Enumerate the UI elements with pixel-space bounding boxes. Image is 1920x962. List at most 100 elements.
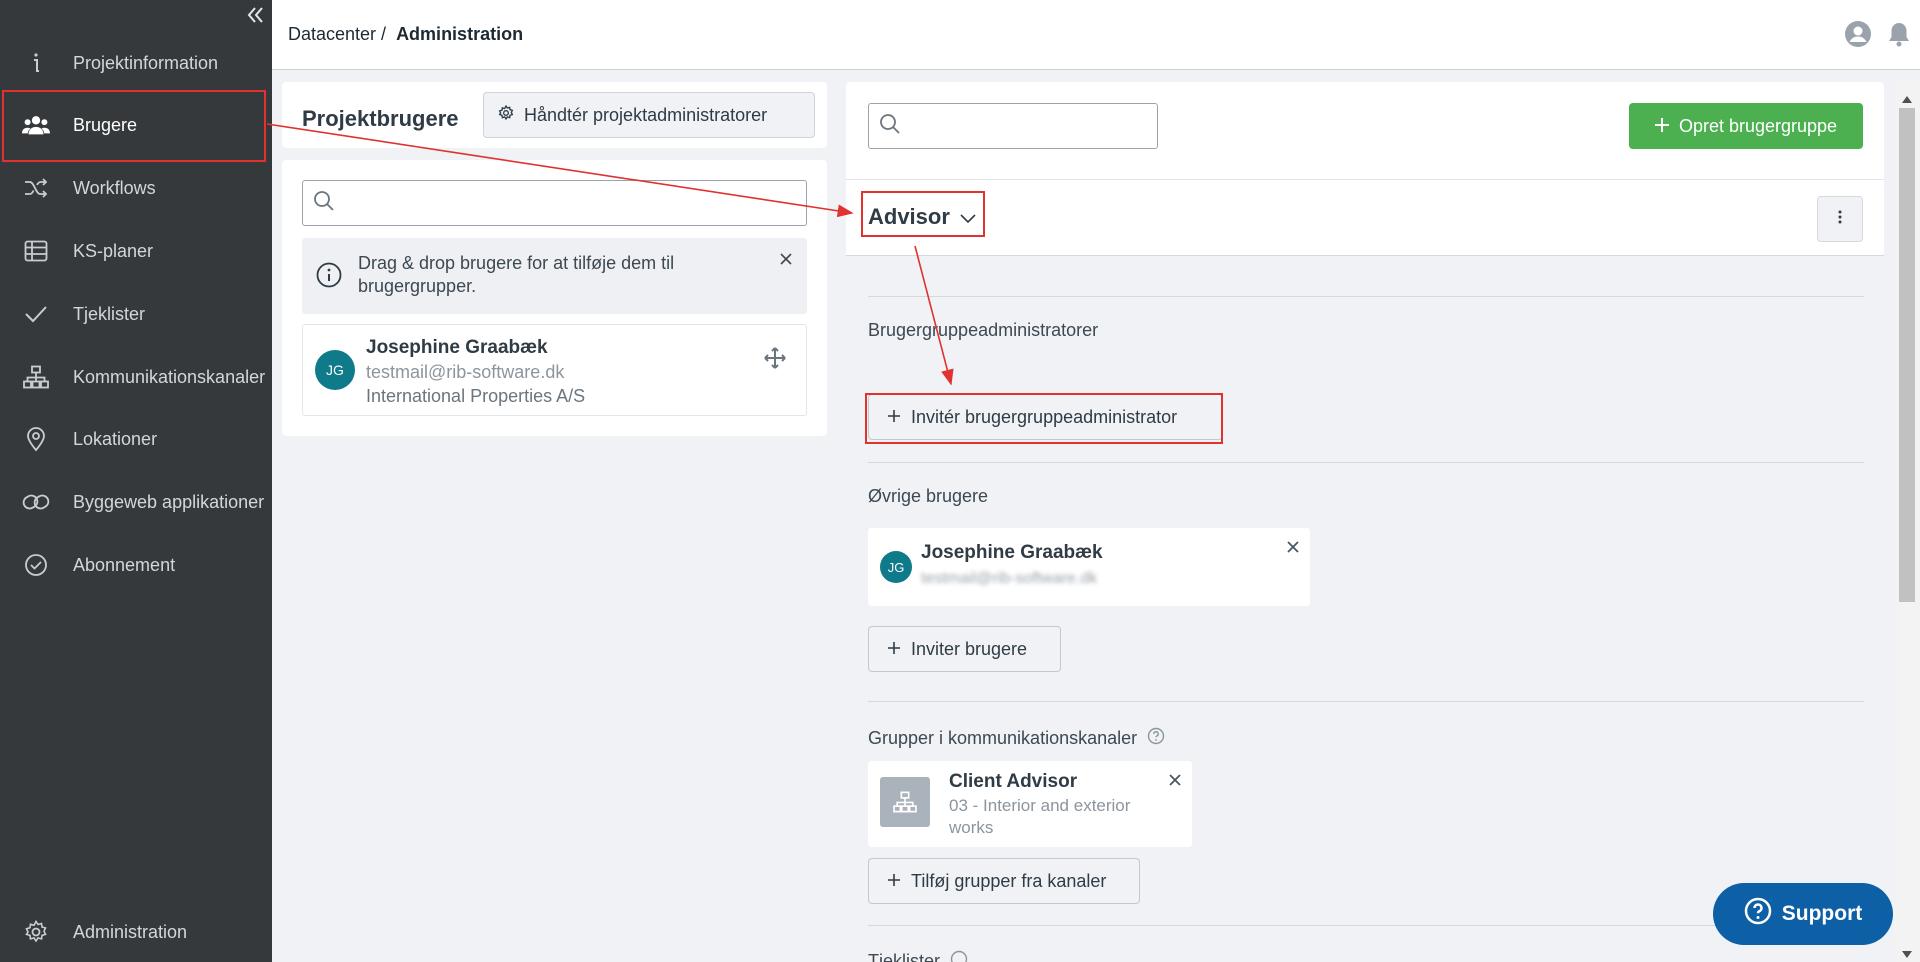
search-icon (879, 113, 901, 140)
annotation-highlight-brugere (2, 90, 266, 162)
channel-group-channel-line-1: 03 - Interior and exterior (949, 796, 1131, 815)
shuffle-icon (22, 174, 50, 202)
manage-project-admins-label: Håndtér projektadministratorer (524, 104, 768, 125)
user-group-header: Advisor (846, 180, 1884, 256)
drag-drop-info-box: Drag & drop brugere for at tilføje dem t… (302, 238, 807, 314)
invite-users-label: Inviter brugere (911, 638, 1028, 659)
support-button[interactable]: Support (1713, 883, 1893, 945)
check-circle-icon (22, 551, 50, 579)
manage-project-admins-button[interactable]: Håndtér projektadministratorer (483, 92, 815, 138)
collapse-sidebar-icon[interactable] (244, 4, 266, 26)
group-options-button[interactable] (1817, 196, 1863, 242)
divider (868, 701, 1864, 702)
sidebar-item-abonnement[interactable]: Abonnement (0, 534, 272, 596)
user-company: International Properties A/S (366, 386, 586, 406)
other-users-label: Øvrige brugere (868, 486, 989, 506)
checkmark-icon (22, 300, 50, 328)
user-name: Josephine Graabæk (366, 337, 548, 358)
checklists-heading: Tjeklister (868, 950, 968, 962)
group-member-card[interactable]: JG Josephine Graabæk testmail@rib-softwa… (868, 528, 1310, 606)
member-name: Josephine Graabæk (921, 542, 1103, 563)
plus-icon (1654, 116, 1669, 137)
sidebar-item-label: KS-planer (73, 240, 154, 261)
table-icon (22, 237, 50, 265)
create-user-group-button[interactable]: Opret brugergruppe (1629, 103, 1863, 149)
sidebar-item-label: Lokationer (73, 428, 158, 449)
help-circle-icon (1744, 897, 1772, 931)
notification-bell-icon[interactable] (1886, 20, 1912, 53)
support-label: Support (1781, 902, 1863, 925)
avatar: JG (880, 551, 912, 583)
plus-icon (887, 871, 901, 892)
info-icon (22, 49, 50, 77)
user-card[interactable]: JG Josephine Graabæk testmail@rib-softwa… (302, 324, 807, 416)
user-group-toolbar: Opret brugergruppe (846, 82, 1884, 180)
plus-icon (887, 639, 901, 660)
sidebar-item-kommunikationskanaler[interactable]: Kommunikationskanaler (0, 346, 272, 408)
user-group-search-input[interactable] (909, 117, 1132, 135)
user-group-search[interactable] (868, 103, 1158, 149)
sidebar-item-label: Byggeweb applikationer (73, 491, 265, 512)
project-users-search[interactable] (302, 180, 807, 226)
channel-group-card[interactable]: Client Advisor 03 - Interior and exterio… (868, 761, 1192, 847)
channel-groups-label: Grupper i kommunikationskanaler (868, 728, 1138, 748)
remove-member-icon[interactable] (1286, 540, 1300, 559)
channel-groups-heading: Grupper i kommunikationskanaler (868, 727, 1165, 750)
user-profile-icon[interactable] (1844, 20, 1872, 53)
project-users-list-panel: Drag & drop brugere for at tilføje dem t… (282, 160, 827, 436)
member-email-redacted: testmail@rib-software.dk (921, 570, 1098, 587)
sidebar-item-lokationer[interactable]: Lokationer (0, 408, 272, 470)
user-email: testmail@rib-software.dk (366, 362, 565, 382)
sidebar-item-tjeklister[interactable]: Tjeklister (0, 283, 272, 345)
user-group-content: Brugergruppeadministratorer Invitér brug… (846, 256, 1884, 962)
sidebar-item-projektinformation[interactable]: Projektinformation (0, 32, 272, 94)
project-users-header: Projektbrugere Håndtér projektadministra… (282, 82, 827, 148)
group-admins-label: Brugergruppeadministratorer (868, 320, 1099, 340)
info-circle-icon (316, 262, 342, 293)
sidebar-item-label: Administration (73, 921, 188, 942)
breadcrumb: Datacenter / Administration (288, 24, 523, 45)
project-users-search-input[interactable] (343, 194, 738, 212)
more-vertical-icon (1838, 210, 1842, 229)
gear-icon (22, 918, 50, 946)
drag-handle-icon[interactable] (764, 347, 786, 374)
help-circle-icon[interactable] (950, 950, 968, 962)
annotation-highlight-invite-admin (865, 393, 1223, 444)
scroll-up-arrow-icon[interactable] (1902, 90, 1912, 108)
sidebar-item-label: Projektinformation (73, 52, 219, 73)
breadcrumb-current: Administration (396, 24, 524, 44)
remove-channel-group-icon[interactable] (1168, 773, 1182, 792)
scrollbar-thumb[interactable] (1899, 108, 1915, 602)
gear-icon (498, 104, 514, 126)
channel-group-name: Client Advisor (949, 771, 1078, 792)
sidebar-item-label: Workflows (73, 177, 156, 198)
link-icon (22, 488, 50, 516)
close-icon[interactable] (779, 252, 793, 271)
map-pin-icon (22, 425, 50, 453)
top-icons (1844, 20, 1912, 53)
add-channel-groups-button[interactable]: Tilføj grupper fra kanaler (868, 858, 1140, 904)
sidebar-item-label: Abonnement (73, 554, 176, 575)
scroll-down-arrow-icon[interactable] (1902, 946, 1912, 962)
sidebar-item-ks-planer[interactable]: KS-planer (0, 220, 272, 282)
divider (868, 296, 1864, 297)
breadcrumb-root[interactable]: Datacenter / (288, 24, 386, 45)
divider (868, 462, 1864, 463)
vertical-scrollbar[interactable] (1894, 82, 1920, 962)
sidebar-item-label: Tjeklister (73, 303, 146, 324)
checklists-label: Tjeklister (868, 951, 941, 962)
project-users-title: Projektbrugere (302, 106, 459, 131)
avatar: JG (315, 350, 355, 390)
channel-group-channel-line-2: works (949, 818, 994, 837)
invite-users-button[interactable]: Inviter brugere (868, 626, 1061, 672)
create-user-group-label: Opret brugergruppe (1678, 115, 1838, 136)
sidebar-item-workflows[interactable]: Workflows (0, 157, 272, 219)
top-bar: Datacenter / Administration (272, 0, 1920, 70)
search-icon (313, 190, 335, 217)
sidebar-item-byggeweb-applikationer[interactable]: Byggeweb applikationer (0, 471, 272, 533)
user-group-panel: Opret brugergruppe Advisor Brugergruppea… (846, 82, 1884, 962)
help-circle-icon[interactable] (1147, 727, 1165, 750)
add-channel-groups-label: Tilføj grupper fra kanaler (911, 870, 1107, 891)
sidebar-item-administration[interactable]: Administration (0, 901, 272, 962)
sidebar-item-label: Kommunikationskanaler (73, 366, 266, 387)
